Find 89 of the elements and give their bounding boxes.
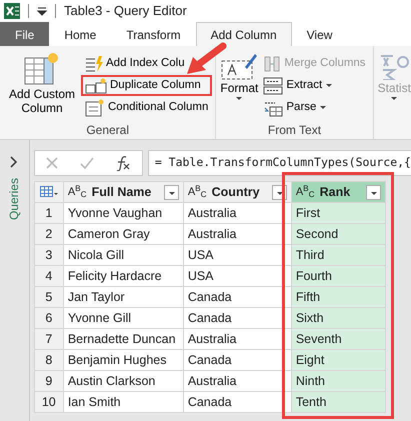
ribbon-tab[interactable]: View [292, 22, 348, 46]
close-icon [45, 156, 60, 170]
table-cell: Fifth [291, 286, 386, 308]
checkmark-icon [80, 156, 94, 170]
table-cell: Eight [291, 350, 386, 370]
table-cell: Ninth [291, 370, 386, 392]
column-header[interactable]: A$^{B}$$_{C}$ Full Name [63, 182, 184, 202]
table-cell: Fourth [291, 266, 386, 286]
caret-icon [325, 83, 334, 88]
column-name: Country [212, 184, 261, 201]
filter-dropdown-button[interactable] [366, 184, 381, 200]
table-cell: Cameron Gray [63, 224, 184, 244]
separator-icon [55, 4, 56, 18]
table-cell: Australia [183, 328, 292, 350]
table-cell: Yvonne Gill [63, 308, 184, 328]
statistics-icon [379, 52, 410, 80]
table-cell: Felicity Hardacre [63, 266, 184, 286]
table-cell: Canada [183, 392, 292, 412]
file-menu-tab[interactable]: File [0, 22, 50, 46]
column-name: Full Name [92, 184, 152, 201]
list-lightning-icon [85, 56, 103, 72]
table-cell: USA [183, 244, 292, 266]
column-header[interactable]: A$^{B}$$_{C}$ Rank [291, 182, 386, 202]
group-label: From Text [266, 122, 322, 139]
row-number: 6 [34, 308, 64, 328]
table-cell: First [291, 202, 386, 224]
merge-columns-icon [263, 54, 282, 72]
ribbon-button[interactable]: Add Custom Column [3, 50, 81, 121]
table-menu-icon [40, 186, 58, 198]
row-number: 4 [34, 266, 64, 286]
ribbon-button[interactable]: Duplicate Column [81, 75, 212, 96]
column-name: Rank [320, 184, 352, 201]
table-cell: Sixth [291, 308, 386, 328]
table-cell: Australia [183, 224, 292, 244]
ribbon-tab[interactable]: Add Column [196, 22, 292, 46]
ribbon-button[interactable]: Add Index Colu [81, 53, 212, 74]
customize-menu-icon [37, 6, 47, 16]
table-cell: Second [291, 224, 386, 244]
table-icon [24, 52, 60, 86]
row-number: 5 [34, 286, 64, 308]
column-header[interactable]: A$^{B}$$_{C}$ Country [183, 182, 292, 202]
table-cell: Canada [183, 350, 292, 370]
table-cell: Bernadette Duncan [63, 328, 184, 350]
ribbon-tab[interactable]: Transform [111, 22, 196, 46]
table-cell: USA [183, 266, 292, 286]
ribbon-button[interactable]: Parse [259, 97, 370, 118]
caret-icon [235, 96, 244, 101]
ribbon-button[interactable]: Conditional Column [81, 97, 212, 118]
caret-icon [168, 190, 176, 196]
conditional-column-icon [85, 98, 105, 116]
row-number: 7 [34, 328, 64, 350]
table-cell: Canada [183, 308, 292, 328]
table-cell: Ian Smith [63, 392, 184, 412]
table-cell: Yvonne Vaughan [63, 202, 184, 224]
caret-icon [319, 105, 328, 110]
expand-chevron-icon [10, 156, 18, 168]
text-format-icon [221, 52, 258, 80]
row-number: 10 [34, 392, 64, 412]
function-icon [115, 155, 132, 171]
caret-icon [390, 96, 398, 101]
ribbon-button[interactable]: Format [219, 50, 260, 121]
ribbon-tab[interactable]: Home [49, 22, 112, 46]
table-cell: Canada [183, 286, 292, 308]
caret-icon [276, 190, 284, 196]
table-cell: Tenth [291, 392, 386, 412]
table-cell: Seventh [291, 328, 386, 350]
table-cell: Third [291, 244, 386, 266]
filter-dropdown-button[interactable] [164, 184, 179, 200]
formula-field[interactable]: = Table.TransformColumnTypes(Source,{ [148, 150, 411, 176]
row-number: 9 [34, 370, 64, 392]
window-title: Table3 - Query Editor [64, 2, 187, 20]
table-cell: Jan Taylor [63, 286, 184, 308]
duplicate-column-icon [85, 78, 107, 94]
extract-icon [263, 76, 284, 96]
table-cell: Nicola Gill [63, 244, 184, 266]
queries-pane-label[interactable]: Queries [5, 178, 24, 220]
row-number: 2 [34, 224, 64, 244]
separator-icon [28, 4, 29, 18]
group-label: General [85, 122, 130, 139]
table-cell: Australia [183, 370, 292, 392]
table-cell: Austin Clarkson [63, 370, 184, 392]
row-number: 8 [34, 350, 64, 370]
caret-icon [370, 190, 378, 196]
table-cell: Benjamin Hughes [63, 350, 184, 370]
excel-logo-icon [4, 3, 20, 19]
ribbon-button[interactable]: Extract [259, 75, 370, 96]
table-cell: Australia [183, 202, 292, 224]
row-number: 1 [34, 202, 64, 224]
row-number: 3 [34, 244, 64, 266]
